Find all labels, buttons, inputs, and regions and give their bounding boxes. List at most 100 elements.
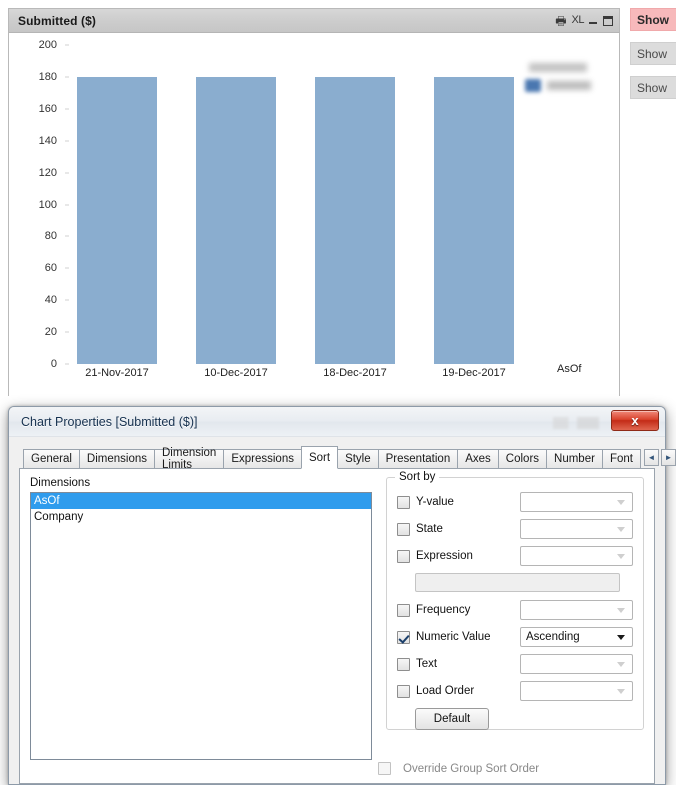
sort-by-panel: Sort by Y-value State Expression Frequency N… [386, 471, 644, 775]
dimensions-label: Dimensions [30, 477, 91, 489]
x-axis-tick-label: 18-Dec-2017 [323, 367, 387, 379]
chart-object[interactable]: Submitted ($) 🖶 XL 0 20 40 60 80 100 120 140 160… [8, 8, 620, 396]
y-axis-tick-mark [65, 299, 69, 301]
tab-axes[interactable]: Axes [457, 449, 499, 468]
chart-bar-rect[interactable] [196, 76, 276, 364]
chevron-down-icon[interactable] [617, 554, 625, 559]
sort-checkbox-load-order[interactable] [397, 684, 410, 698]
dimension-list-item[interactable]: AsOf [31, 493, 371, 509]
tab-style[interactable]: Style [337, 449, 379, 468]
y-axis-tick-label: 40 [44, 294, 57, 307]
tab-scroll-next-button[interactable]: ► [660, 449, 676, 466]
chevron-down-icon[interactable] [617, 635, 625, 640]
y-axis-tick-mark [65, 331, 69, 333]
print-icon[interactable]: 🖶 [555, 15, 566, 27]
y-axis-tick-label: 100 [38, 198, 57, 211]
chevron-down-icon[interactable] [617, 500, 625, 505]
sort-order-dropdown-frequency[interactable] [520, 600, 633, 620]
chart-bar-rect[interactable] [434, 76, 514, 364]
y-axis: 0 20 40 60 80 100 120 140 160 180 200 [9, 33, 65, 396]
chart-plot-area[interactable]: 0 20 40 60 80 100 120 140 160 180 200 21-Nov-2017 1… [9, 33, 619, 396]
tab-dimensions[interactable]: Dimensions [78, 449, 155, 468]
y-axis-tick-label: 180 [38, 70, 57, 83]
excel-export-icon[interactable]: XL [572, 15, 585, 26]
y-axis-tick-mark [65, 204, 69, 205]
chevron-down-icon[interactable] [617, 527, 625, 532]
sort-row-text: Text [397, 654, 633, 674]
tab-number[interactable]: Number [546, 449, 603, 468]
chart-bar[interactable]: 21-Nov-2017 [77, 76, 157, 379]
dialog-body: General Dimensions Dimension Limits Express… [9, 437, 676, 784]
sort-checkbox-text[interactable] [397, 657, 410, 671]
minimize-icon[interactable] [589, 16, 598, 25]
sort-order-dropdown-expression[interactable] [520, 546, 633, 566]
sort-checkbox-numeric-value[interactable] [397, 630, 410, 644]
tab-font[interactable]: Font [601, 449, 641, 468]
override-group-sort-order-row: Override Group Sort Order [378, 762, 539, 775]
tab-presentation[interactable]: Presentation [377, 449, 459, 468]
sort-expression-input[interactable] [415, 573, 620, 592]
chart-caption-bar[interactable]: Submitted ($) 🖶 XL [9, 9, 619, 33]
sort-order-dropdown-numeric-value[interactable]: Ascending [520, 627, 633, 647]
sort-checkbox-state[interactable] [397, 522, 410, 536]
tab-sort[interactable]: Sort [300, 446, 339, 469]
chevron-down-icon[interactable] [617, 662, 625, 667]
sort-order-dropdown-state[interactable] [520, 519, 633, 539]
dimensions-list[interactable]: AsOf Company [30, 492, 372, 760]
y-axis-tick-label: 140 [38, 134, 57, 147]
default-button[interactable]: Default [415, 708, 489, 730]
show-button[interactable]: Show [630, 76, 676, 99]
tab-scroll-prev-button[interactable]: ◄ [643, 449, 659, 466]
x-axis-tick-label: 10-Dec-2017 [204, 367, 268, 379]
sort-order-dropdown-text[interactable] [520, 654, 633, 674]
y-axis-tick-label: 20 [44, 326, 57, 339]
sort-row-expression: Expression [397, 546, 633, 566]
chart-title: Submitted ($) [18, 13, 96, 28]
dimension-list-item[interactable]: Company [31, 509, 371, 525]
sort-rows-container: Y-value State Expression Frequency Numeric V… [397, 492, 633, 730]
window-controls-ghost [553, 417, 599, 429]
chart-bar[interactable]: 19-Dec-2017 [434, 76, 514, 379]
chart-bar-rect[interactable] [315, 76, 395, 364]
sort-label-numeric-value: Numeric Value [416, 631, 491, 643]
sort-order-dropdown-y-value[interactable] [520, 492, 633, 512]
bars-area: 21-Nov-2017 10-Dec-2017 18-Dec-2017 19-Dec-… [65, 33, 619, 396]
sort-by-legend: Sort by [395, 471, 440, 483]
tab-general[interactable]: General [23, 449, 80, 468]
tab-dimension-limits[interactable]: Dimension Limits [154, 447, 225, 471]
y-axis-tick-mark [65, 235, 69, 237]
x-axis-tick-label: 21-Nov-2017 [85, 367, 149, 379]
tab-colors[interactable]: Colors [497, 449, 548, 468]
show-button[interactable]: Show [630, 8, 676, 31]
y-axis-tick-mark [65, 108, 69, 110]
close-button[interactable]: x [611, 410, 659, 431]
override-group-sort-order-checkbox [378, 762, 391, 775]
tab-scroll-controls: ◄ ► [643, 449, 676, 466]
chevron-down-icon[interactable] [617, 689, 625, 694]
x-axis-tick-label: 19-Dec-2017 [442, 367, 506, 379]
sort-order-dropdown-load-order[interactable] [520, 681, 633, 701]
sort-label-y-value: Y-value [416, 496, 454, 508]
sort-row-frequency: Frequency [397, 600, 633, 620]
sort-label-frequency: Frequency [416, 604, 471, 616]
y-axis-tick-label: 200 [38, 39, 57, 51]
maximize-icon[interactable] [603, 15, 613, 26]
chart-bar[interactable]: 10-Dec-2017 [196, 76, 276, 379]
show-button-strip: Show Show Show [630, 8, 676, 110]
dialog-title: Chart Properties [Submitted ($)] [21, 414, 198, 429]
chart-properties-dialog[interactable]: Chart Properties [Submitted ($)] x Gener… [8, 406, 676, 785]
sort-checkbox-frequency[interactable] [397, 603, 410, 617]
y-axis-tick-mark [65, 44, 69, 46]
chart-bar-rect[interactable] [77, 76, 157, 364]
sort-by-fieldset: Sort by Y-value State Expression Frequency N… [386, 471, 644, 730]
tab-expressions[interactable]: Expressions [223, 449, 302, 468]
sort-label-state: State [416, 523, 443, 535]
dialog-titlebar[interactable]: Chart Properties [Submitted ($)] x [9, 407, 665, 437]
chevron-down-icon[interactable] [617, 608, 625, 613]
sort-checkbox-expression[interactable] [397, 549, 410, 563]
chart-bar[interactable]: 18-Dec-2017 [315, 76, 395, 379]
x-axis-dimension-label: AsOf [557, 363, 582, 375]
sort-checkbox-y-value[interactable] [397, 495, 410, 509]
show-button[interactable]: Show [630, 42, 676, 65]
tab-strip: General Dimensions Dimension Limits Express… [19, 446, 676, 471]
